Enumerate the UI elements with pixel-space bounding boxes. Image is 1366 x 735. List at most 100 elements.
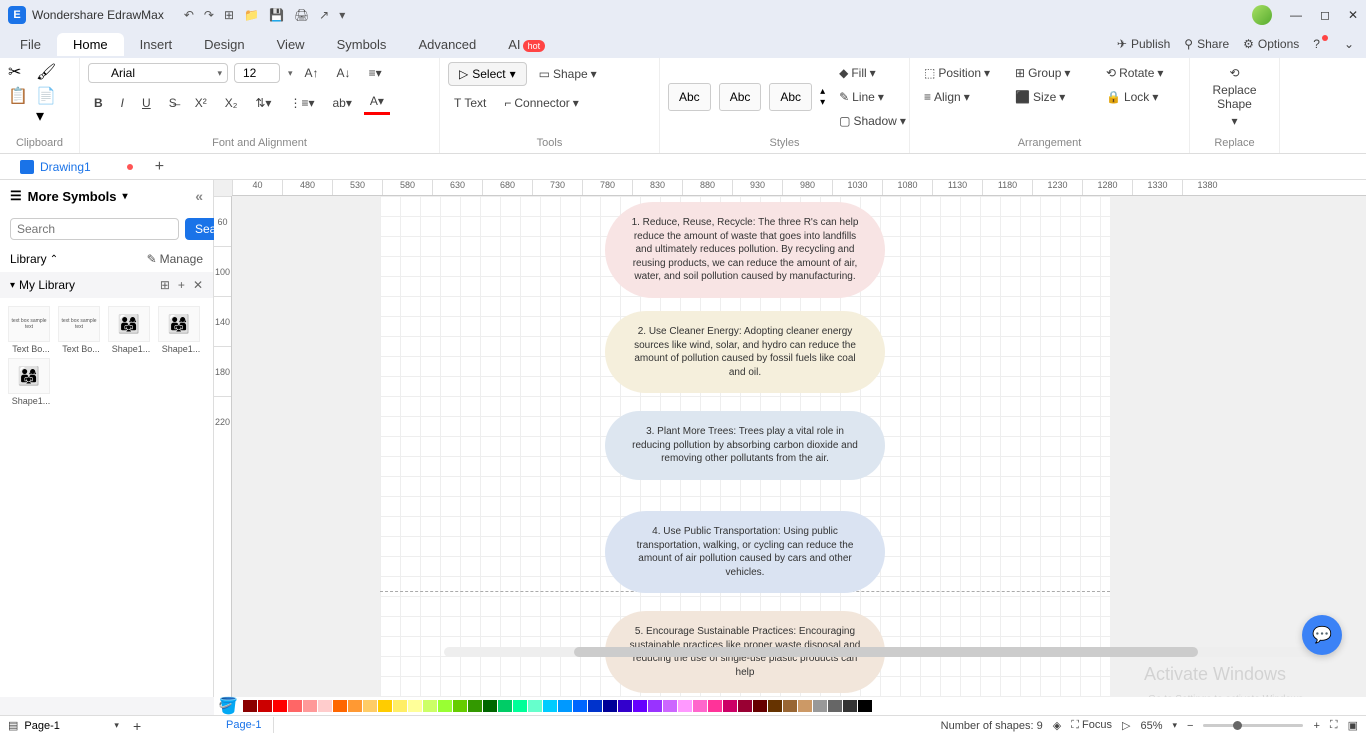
qat-more[interactable]: ▾ <box>339 8 345 22</box>
menu-insert[interactable]: Insert <box>124 33 189 56</box>
shape-item[interactable]: Shape1... <box>158 306 204 354</box>
bubble-3[interactable]: 3. Plant More Trees: Trees play a vital … <box>605 411 885 480</box>
color-swatch[interactable] <box>753 700 767 712</box>
shape-item[interactable]: Shape1... <box>8 358 54 406</box>
paste-icon[interactable]: 📄▾ <box>36 86 56 126</box>
color-swatch[interactable] <box>858 700 872 712</box>
increase-font-icon[interactable]: A↑ <box>299 62 325 84</box>
subscript-icon[interactable]: X₂ <box>219 92 244 114</box>
fill-bucket-icon[interactable]: 🪣 <box>218 696 238 716</box>
color-swatch[interactable] <box>438 700 452 712</box>
bubble-4[interactable]: 4. Use Public Transportation: Using publ… <box>605 511 885 593</box>
color-swatch[interactable] <box>588 700 602 712</box>
color-swatch[interactable] <box>273 700 287 712</box>
collapse-ribbon[interactable]: ⌄ <box>1344 37 1354 51</box>
color-swatch[interactable] <box>813 700 827 712</box>
open-button[interactable]: 📁 <box>244 8 259 22</box>
superscript-icon[interactable]: X² <box>189 92 213 114</box>
publish-button[interactable]: ✈ Publish <box>1117 37 1170 51</box>
align-button[interactable]: ≡ Align▾ <box>918 86 999 108</box>
color-swatch[interactable] <box>663 700 677 712</box>
menu-advanced[interactable]: Advanced <box>402 33 492 56</box>
color-swatch[interactable] <box>573 700 587 712</box>
my-library-label[interactable]: My Library <box>19 278 75 292</box>
color-swatch[interactable] <box>558 700 572 712</box>
lib-add-icon[interactable]: + <box>178 278 185 292</box>
color-swatch[interactable] <box>483 700 497 712</box>
color-swatch[interactable] <box>318 700 332 712</box>
color-swatch[interactable] <box>828 700 842 712</box>
color-swatch[interactable] <box>393 700 407 712</box>
connector-tool[interactable]: ⌐ Connector ▾ <box>498 92 584 114</box>
help-button[interactable]: ? <box>1313 37 1330 51</box>
color-swatch[interactable] <box>693 700 707 712</box>
page-tab[interactable]: Page-1 <box>214 717 274 733</box>
fit-page-icon[interactable]: ⛶ <box>1330 719 1338 732</box>
line-button[interactable]: ✎ Line▾ <box>833 86 912 108</box>
layers-icon[interactable]: ◈ <box>1053 719 1061 732</box>
color-swatch[interactable] <box>648 700 662 712</box>
color-swatch[interactable] <box>423 700 437 712</box>
menu-view[interactable]: View <box>261 33 321 56</box>
zoom-out-button[interactable]: − <box>1187 720 1193 732</box>
color-swatch[interactable] <box>768 700 782 712</box>
color-swatch[interactable] <box>543 700 557 712</box>
color-swatch[interactable] <box>873 700 887 712</box>
color-swatch[interactable] <box>633 700 647 712</box>
color-swatch[interactable] <box>843 700 857 712</box>
shape-item[interactable]: text box sample textText Bo... <box>8 306 54 354</box>
play-icon[interactable]: ▷ <box>1122 719 1130 732</box>
bold-icon[interactable]: B <box>88 92 109 114</box>
canvas[interactable]: 1. Reduce, Reuse, Recycle: The three R's… <box>232 196 1366 697</box>
fill-button[interactable]: ◆ Fill▾ <box>833 62 912 84</box>
color-swatch[interactable] <box>408 700 422 712</box>
page-layout-icon[interactable]: ▤ <box>8 719 18 732</box>
zoom-in-button[interactable]: + <box>1313 720 1319 732</box>
rotate-button[interactable]: ⟲ Rotate▾ <box>1100 62 1181 84</box>
font-size-select[interactable] <box>234 63 280 83</box>
color-swatch[interactable] <box>738 700 752 712</box>
color-swatch[interactable] <box>258 700 272 712</box>
focus-button[interactable]: ⛶ Focus <box>1071 719 1112 732</box>
highlight-icon[interactable]: ab▾ <box>326 92 357 114</box>
color-swatch[interactable] <box>528 700 542 712</box>
shape-item[interactable]: Shape1... <box>108 306 154 354</box>
color-swatch[interactable] <box>468 700 482 712</box>
color-swatch[interactable] <box>363 700 377 712</box>
chat-fab-button[interactable]: 💬 <box>1302 615 1342 655</box>
horizontal-scrollbar[interactable] <box>444 647 1336 657</box>
size-button[interactable]: ⬛ Size▾ <box>1009 86 1090 108</box>
color-swatch[interactable] <box>513 700 527 712</box>
undo-button[interactable]: ↶ <box>184 8 194 22</box>
print-button[interactable]: 🖨 <box>294 8 309 22</box>
minimize-button[interactable]: — <box>1290 8 1302 22</box>
bullets-icon[interactable]: ⋮≡▾ <box>283 92 320 114</box>
shadow-button[interactable]: ▢ Shadow▾ <box>833 110 912 132</box>
font-color-icon[interactable]: A▾ <box>364 90 390 115</box>
lib-close-icon[interactable]: ✕ <box>193 278 203 292</box>
options-button[interactable]: ⚙ Options <box>1243 37 1299 51</box>
lock-button[interactable]: 🔒 Lock▾ <box>1100 86 1181 108</box>
strike-icon[interactable]: S̶ <box>163 92 183 114</box>
italic-icon[interactable]: I <box>115 92 130 114</box>
add-tab-button[interactable]: + <box>155 158 164 176</box>
menu-design[interactable]: Design <box>188 33 260 56</box>
style-more-icon[interactable]: ▴▾ <box>820 86 825 108</box>
color-swatch[interactable] <box>303 700 317 712</box>
copy-icon[interactable]: 📋 <box>8 86 28 126</box>
cut-icon[interactable]: ✂ <box>8 62 28 82</box>
page[interactable]: 1. Reduce, Reuse, Recycle: The three R's… <box>380 196 1110 697</box>
menu-symbols[interactable]: Symbols <box>321 33 403 56</box>
text-tool[interactable]: T Text <box>448 92 492 114</box>
document-tab[interactable]: Drawing1 <box>10 157 143 177</box>
page-select[interactable] <box>24 720 114 732</box>
share-button[interactable]: ⚲ Share <box>1184 37 1229 51</box>
export-button[interactable]: ↗ <box>319 8 329 22</box>
text-align-icon[interactable]: ≡▾ <box>363 62 388 84</box>
color-swatch[interactable] <box>618 700 632 712</box>
position-button[interactable]: ⬚ Position▾ <box>918 62 999 84</box>
library-label[interactable]: Library <box>10 252 47 266</box>
color-swatch[interactable] <box>453 700 467 712</box>
add-page-button[interactable]: + <box>133 718 141 734</box>
menu-file[interactable]: File <box>4 33 57 56</box>
